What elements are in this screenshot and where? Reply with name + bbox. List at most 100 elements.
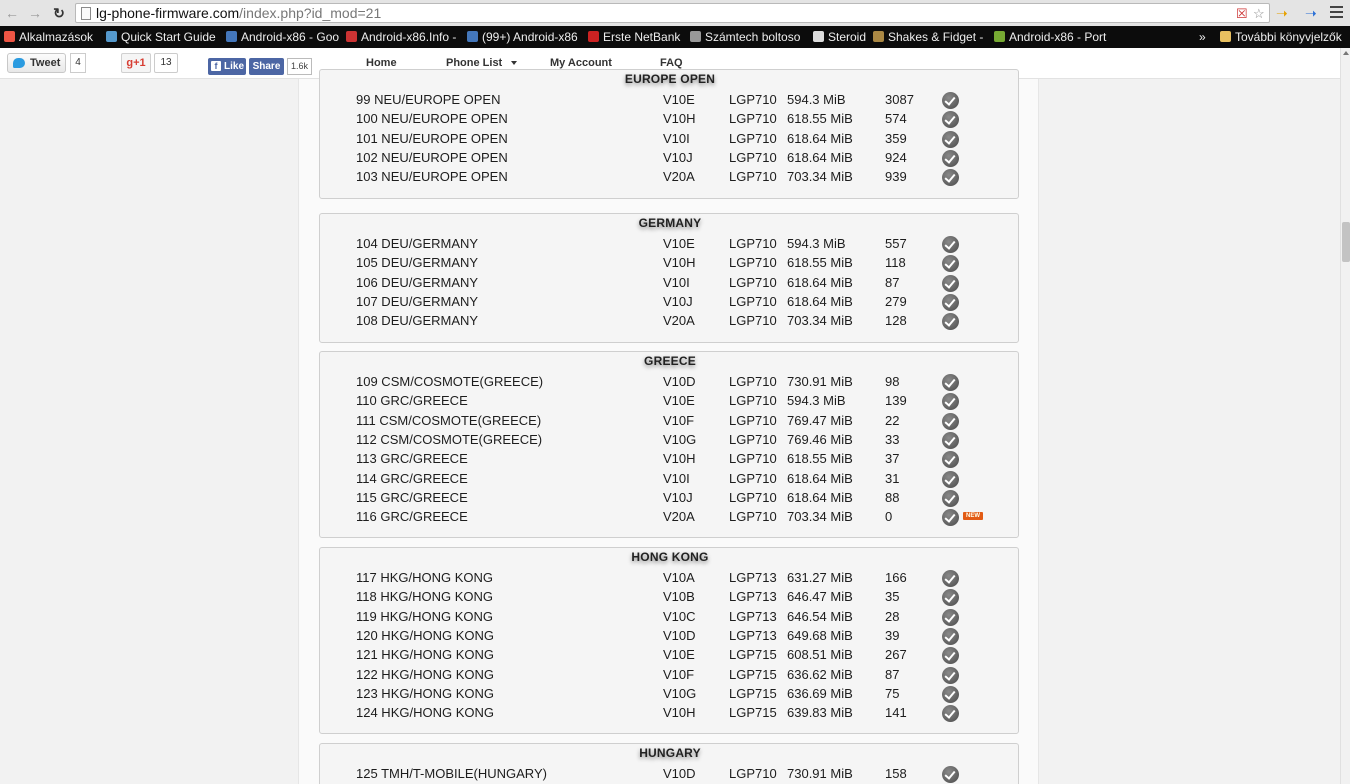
blocked-content-icon[interactable]: ☒	[1236, 6, 1248, 21]
download-check-icon[interactable]	[942, 570, 959, 587]
download-check-icon[interactable]	[942, 766, 959, 783]
firmware-row: 110 GRC/GREECE V10E LGP710 594.3 MiB 139	[320, 393, 1020, 412]
bookmark-item[interactable]: Alkalmazások	[4, 29, 93, 45]
scroll-thumb[interactable]	[1342, 222, 1350, 262]
firmware-version: V10H	[663, 255, 696, 271]
download-check-icon[interactable]	[942, 293, 959, 311]
other-bookmarks-folder[interactable]: További könyvjelzők	[1220, 29, 1342, 45]
firmware-row: 125 TMH/T-MOBILE(HUNGARY) V10D LGP710 730.9…	[320, 766, 1020, 784]
firmware-model: LGP710	[729, 412, 777, 428]
download-check-icon[interactable]	[942, 589, 959, 607]
download-check-icon[interactable]	[942, 470, 959, 488]
firmware-row: 124 HKG/HONG KONG V10H LGP715 639.83 MiB 141	[320, 705, 1020, 724]
firmware-model: LGP710	[729, 169, 777, 185]
firmware-model: LGP715	[729, 705, 777, 721]
extension-arrow-icon[interactable]: ➝	[1276, 4, 1288, 22]
firmware-name: 112 CSM/COSMOTE(GREECE)	[356, 431, 543, 447]
download-check-icon[interactable]	[942, 489, 959, 507]
bookmark-star-icon[interactable]: ☆	[1253, 6, 1265, 21]
download-check-icon[interactable]	[942, 509, 959, 527]
twitter-bird-icon	[13, 58, 25, 68]
reload-icon[interactable]: ↻	[50, 4, 68, 22]
extension-arrow-blue-icon[interactable]: ➝	[1305, 4, 1317, 22]
firmware-name: 104 DEU/GERMANY	[356, 236, 479, 251]
download-check-icon[interactable]	[942, 130, 959, 148]
firmware-model: LGP710	[729, 274, 777, 290]
firmware-size: 703.34 MiB	[787, 169, 853, 185]
bookmark-item[interactable]: (99+) Android-x86	[467, 29, 578, 45]
bookmark-item[interactable]: Steroid	[813, 29, 866, 45]
back-icon[interactable]: ←	[3, 4, 21, 22]
download-count: 31	[885, 470, 900, 486]
firmware-name: 116 GRC/GREECE	[356, 509, 468, 525]
bookmark-item[interactable]: Erste NetBank	[588, 29, 680, 45]
fb-like-button[interactable]: f Like	[208, 58, 246, 75]
browser-toolbar: ← → ↻ lg-phone-firmware.com/index.php?id…	[0, 0, 1350, 26]
firmware-name: 118 HKG/HONG KONG	[356, 589, 494, 605]
firmware-name: 110 GRC/GREECE	[356, 393, 468, 409]
bookmark-item[interactable]: Quick Start Guide	[106, 29, 216, 45]
bookmark-item[interactable]: Számtech boltoso	[690, 29, 800, 45]
download-count: 88	[885, 489, 900, 505]
download-count: 118	[885, 255, 906, 271]
firmware-name: 101 NEU/EUROPE OPEN	[356, 130, 508, 146]
firmware-row: 103 NEU/EUROPE OPEN V20A LGP710 703.34 MiB 9…	[320, 169, 1020, 188]
bookmark-item[interactable]: Android-x86 - Port	[994, 29, 1106, 45]
firmware-name: 100 NEU/EUROPE OPEN	[356, 111, 508, 127]
forward-icon[interactable]: →	[26, 4, 44, 22]
nav-home[interactable]: Home	[366, 56, 397, 70]
download-check-icon[interactable]	[942, 374, 959, 391]
firmware-row: 114 GRC/GREECE V10I LGP710 618.64 MiB 31	[320, 470, 1020, 490]
download-check-icon[interactable]	[942, 236, 959, 253]
nav-phone-list[interactable]: Phone List	[446, 56, 518, 70]
download-check-icon[interactable]	[942, 393, 959, 411]
download-check-icon[interactable]	[942, 169, 959, 187]
firmware-size: 594.3 MiB	[787, 393, 846, 409]
scroll-up-arrow-icon[interactable]	[1343, 51, 1349, 55]
bookmark-item[interactable]: Android-x86 - Goo	[226, 29, 339, 45]
download-check-icon[interactable]	[942, 412, 959, 430]
more-bookmarks-chevron[interactable]: »	[1199, 29, 1206, 45]
region-title: HONG KONG	[631, 550, 709, 564]
download-check-icon[interactable]	[942, 92, 959, 109]
firmware-name: 111 CSM/COSMOTE(GREECE)	[356, 412, 542, 428]
gplus-button[interactable]: g+1	[121, 53, 151, 73]
tweet-button[interactable]: Tweet	[7, 53, 66, 73]
download-check-icon[interactable]	[942, 451, 959, 469]
download-count: 39	[885, 627, 900, 643]
download-count: 28	[885, 608, 900, 624]
url-text[interactable]: lg-phone-firmware.com/index.php?id_mod=2…	[96, 5, 381, 22]
download-check-icon[interactable]	[942, 149, 959, 167]
bookmark-item[interactable]: Shakes & Fidget -	[873, 29, 983, 45]
firmware-row: 120 HKG/HONG KONG V10D LGP713 649.68 MiB 39	[320, 627, 1020, 647]
download-check-icon[interactable]	[942, 274, 959, 292]
download-check-icon[interactable]	[942, 111, 959, 129]
download-check-icon[interactable]	[942, 431, 959, 449]
download-check-icon[interactable]	[942, 627, 959, 645]
download-check-icon[interactable]	[942, 647, 959, 665]
nav-my-account[interactable]: My Account	[550, 56, 612, 70]
download-check-icon[interactable]	[942, 255, 959, 273]
browser-menu-icon[interactable]	[1330, 6, 1343, 18]
download-check-icon[interactable]	[942, 608, 959, 626]
firmware-version: V10J	[663, 149, 693, 165]
firmware-row: 122 HKG/HONG KONG V10F LGP715 636.62 MiB 87	[320, 666, 1020, 686]
fb-share-button[interactable]: Share	[249, 58, 284, 75]
download-check-icon[interactable]	[942, 685, 959, 703]
page-scrollbar[interactable]	[1340, 48, 1350, 784]
bookmark-item[interactable]: Android-x86.Info -	[346, 29, 456, 45]
download-check-icon[interactable]	[942, 666, 959, 684]
firmware-row: 123 HKG/HONG KONG V10G LGP715 636.69 MiB 75	[320, 685, 1020, 705]
download-check-icon[interactable]	[942, 313, 959, 331]
download-check-icon[interactable]	[942, 705, 959, 723]
fb-count: 1.6k	[287, 58, 312, 75]
firmware-model: LGP710	[729, 293, 777, 309]
firmware-model: LGP710	[729, 509, 777, 525]
firmware-model: LGP710	[729, 255, 777, 271]
firmware-row: 121 HKG/HONG KONG V10E LGP715 608.51 MiB 267	[320, 647, 1020, 666]
download-count: 267	[885, 647, 907, 663]
address-bar[interactable]: lg-phone-firmware.com/index.php?id_mod=2…	[75, 3, 1270, 23]
nav-faq[interactable]: FAQ	[660, 56, 683, 70]
firmware-name: 99 NEU/EUROPE OPEN	[356, 92, 501, 107]
download-count: 98	[885, 374, 900, 389]
